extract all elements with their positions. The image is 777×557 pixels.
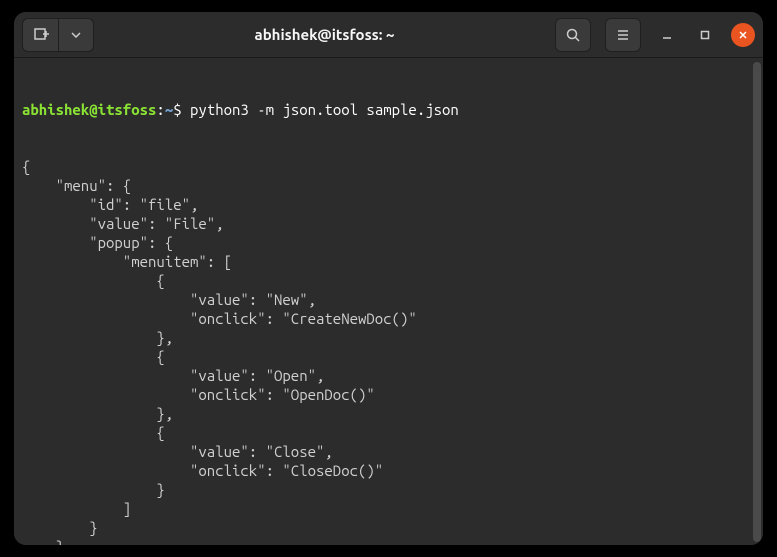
titlebar: abhishek@itsfoss: ~ [14, 12, 763, 58]
new-tab-icon [33, 27, 49, 43]
close-icon [737, 29, 749, 41]
command-output: { "menu": { "id": "file", "value": "File… [22, 157, 755, 545]
command-line-1: abhishek@itsfoss:~$ python3 -m json.tool… [22, 100, 755, 119]
window-title: abhishek@itsfoss: ~ [94, 26, 555, 43]
prompt-colon: : [156, 101, 164, 118]
chevron-down-icon [71, 32, 81, 38]
titlebar-right-group [555, 18, 755, 52]
terminal-window: abhishek@itsfoss: ~ [14, 12, 763, 545]
scrollbar[interactable] [753, 62, 761, 542]
search-button[interactable] [555, 18, 591, 52]
maximize-icon [699, 29, 711, 41]
close-button[interactable] [731, 23, 755, 47]
maximize-button[interactable] [693, 23, 717, 47]
prompt-path: ~ [165, 101, 173, 118]
prompt-symbol: $ [173, 101, 181, 118]
minimize-button[interactable] [655, 23, 679, 47]
menu-button[interactable] [605, 18, 641, 52]
minimize-icon [661, 29, 673, 41]
hamburger-icon [615, 27, 631, 43]
terminal-body[interactable]: abhishek@itsfoss:~$ python3 -m json.tool… [14, 58, 763, 545]
search-icon [565, 27, 581, 43]
tab-dropdown-button[interactable] [58, 18, 94, 52]
command-text: python3 -m json.tool sample.json [190, 101, 459, 118]
titlebar-left-group [22, 18, 94, 52]
new-tab-button[interactable] [22, 18, 58, 52]
prompt-user-host: abhishek@itsfoss [22, 101, 156, 118]
